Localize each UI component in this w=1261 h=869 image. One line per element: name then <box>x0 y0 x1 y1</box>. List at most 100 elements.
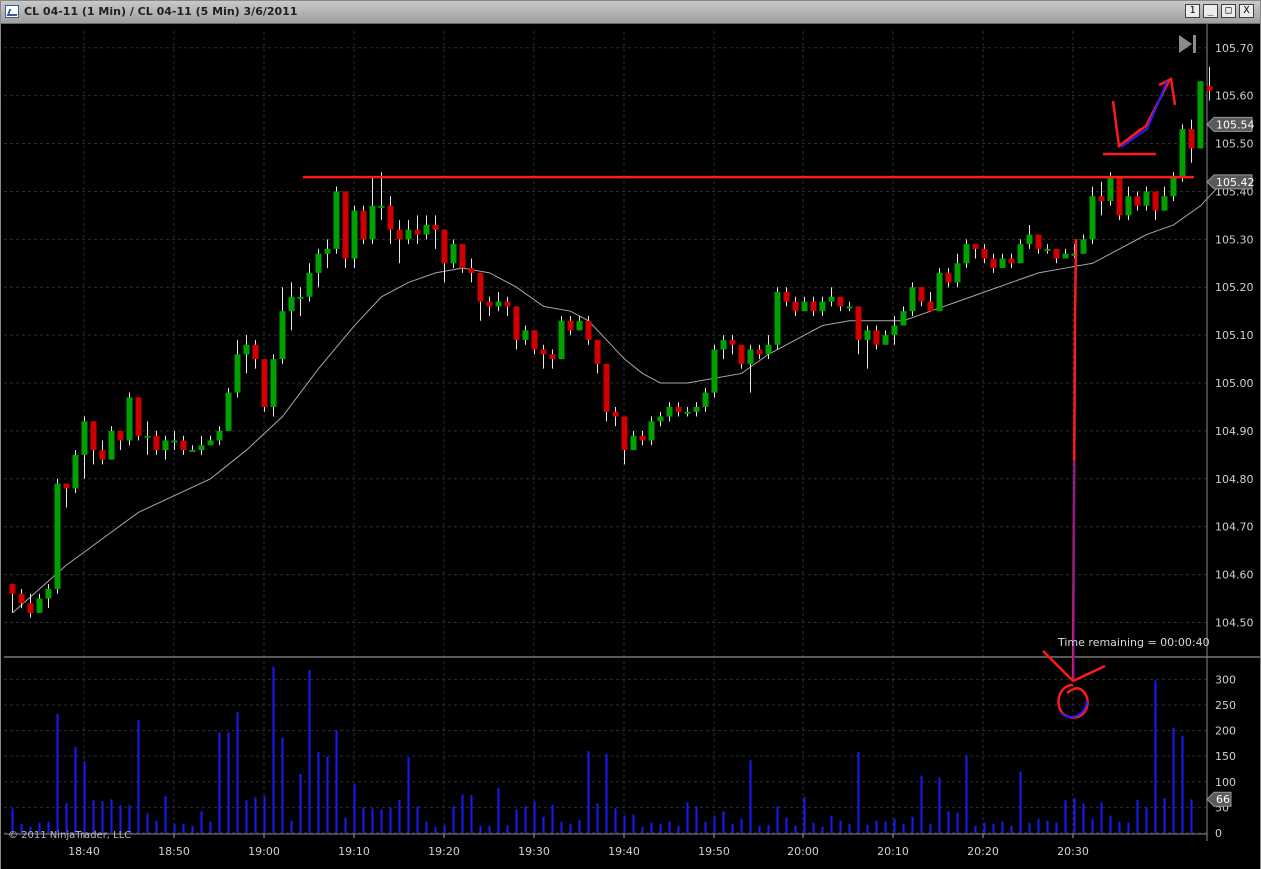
candle-up <box>1161 196 1168 211</box>
candle-down <box>594 339 601 364</box>
price-tick-label: 104.90 <box>1215 425 1254 438</box>
price-tick-label: 104.70 <box>1215 521 1254 534</box>
price-volume-chart[interactable]: 104.50 104.60 104.70 104.80 104.90 105.00 105.… <box>1 24 1260 869</box>
candle-down <box>342 191 349 259</box>
time-tick-label: 20:10 <box>877 845 909 858</box>
candle-up <box>909 287 916 312</box>
volume-bar <box>839 820 842 833</box>
volume-bar <box>227 732 230 833</box>
candle-up <box>558 320 565 360</box>
volume-bar <box>272 666 275 833</box>
candle-down <box>360 210 367 240</box>
candle-down <box>549 354 556 360</box>
title-bar[interactable]: CL 04-11 (1 Min) / CL 04-11 (5 Min) 3/6/… <box>1 1 1260 24</box>
volume-bar <box>1001 821 1004 833</box>
volume-bar <box>758 825 761 833</box>
price-tick-label: 104.60 <box>1215 569 1254 582</box>
copyright-label: © 2011 NinjaTrader, LLC <box>8 830 132 841</box>
volume-bar <box>848 823 851 833</box>
candle-down <box>252 344 259 360</box>
candle-up <box>225 392 232 431</box>
candle-up <box>819 301 826 312</box>
candle-up <box>963 244 970 264</box>
volume-tick-label: 0 <box>1215 827 1222 840</box>
volume-bar <box>650 822 653 833</box>
volume-bar <box>686 802 689 833</box>
volume-bar <box>902 823 905 833</box>
time-tick-label: 19:20 <box>428 845 460 858</box>
candle-down <box>432 224 439 230</box>
time-tick-label: 19:00 <box>248 845 280 858</box>
candle-down <box>729 339 736 345</box>
volume-bar <box>92 800 95 833</box>
close-button[interactable]: X <box>1239 4 1254 18</box>
candle-down <box>486 301 493 307</box>
volume-bar <box>515 809 518 833</box>
candle-down <box>927 301 934 312</box>
volume-bar <box>335 730 338 833</box>
maximize-button[interactable]: □ <box>1221 4 1236 18</box>
time-tick-label: 20:20 <box>967 845 999 858</box>
candle-up <box>198 445 205 451</box>
volume-bar <box>587 751 590 833</box>
candle-down <box>459 244 466 269</box>
candle-up <box>216 430 223 441</box>
candle-up <box>657 416 664 422</box>
candle-up <box>423 224 430 235</box>
volume-bar <box>209 821 212 833</box>
candle-down <box>99 450 106 460</box>
candle-up <box>1143 191 1150 206</box>
volume-bar <box>551 804 554 833</box>
candle-up <box>648 421 655 441</box>
candle-up <box>495 301 502 307</box>
candle-down <box>873 330 880 345</box>
candle-up <box>666 406 673 417</box>
time-tick-label: 20:00 <box>787 845 819 858</box>
candle-down <box>1188 129 1195 149</box>
volume-bar <box>1172 728 1175 833</box>
candle-down <box>675 406 682 412</box>
skip-to-end-icon[interactable] <box>1177 34 1199 54</box>
candle-down <box>27 603 34 613</box>
volume-bar <box>524 806 527 833</box>
volume-bar <box>677 825 680 833</box>
candle-up <box>828 296 835 302</box>
candle-up <box>144 435 151 438</box>
volume-bar <box>704 821 707 833</box>
time-tick-label: 19:10 <box>338 845 370 858</box>
volume-bar <box>497 787 500 833</box>
candle-up <box>954 263 961 283</box>
candle-down <box>261 359 268 407</box>
candle-down <box>1053 248 1060 259</box>
volume-bar <box>803 797 806 833</box>
volume-bar <box>110 799 113 833</box>
time-tick-label: 19:50 <box>698 845 730 858</box>
volume-bar <box>965 755 968 833</box>
candle-up <box>891 325 898 336</box>
volume-bar <box>1118 821 1121 833</box>
candle-down <box>990 258 997 269</box>
volume-bar <box>866 824 869 833</box>
candle-down <box>756 349 763 355</box>
candle-up <box>846 306 853 309</box>
volume-bar <box>596 803 599 833</box>
minimize-button[interactable]: _ <box>1203 4 1218 18</box>
price-tick-label: 105.60 <box>1215 90 1254 103</box>
volume-bar <box>749 760 752 833</box>
volume-bar <box>542 816 545 833</box>
time-tick-label: 19:30 <box>518 845 550 858</box>
volume-bar <box>281 737 284 833</box>
candle-up <box>81 421 88 455</box>
volume-bar <box>1100 802 1103 833</box>
volume-bar <box>1136 799 1139 833</box>
price-marker: 105.54 <box>1206 116 1255 132</box>
candle-down <box>738 344 745 364</box>
pin-button[interactable]: 1 <box>1185 4 1200 18</box>
chart-icon[interactable] <box>5 5 19 18</box>
volume-bar <box>101 801 104 833</box>
volume-bar <box>911 816 914 833</box>
candle-up <box>333 191 340 249</box>
volume-bar <box>263 796 266 833</box>
volume-tick-label: 150 <box>1215 750 1236 763</box>
candle-down <box>639 435 646 441</box>
